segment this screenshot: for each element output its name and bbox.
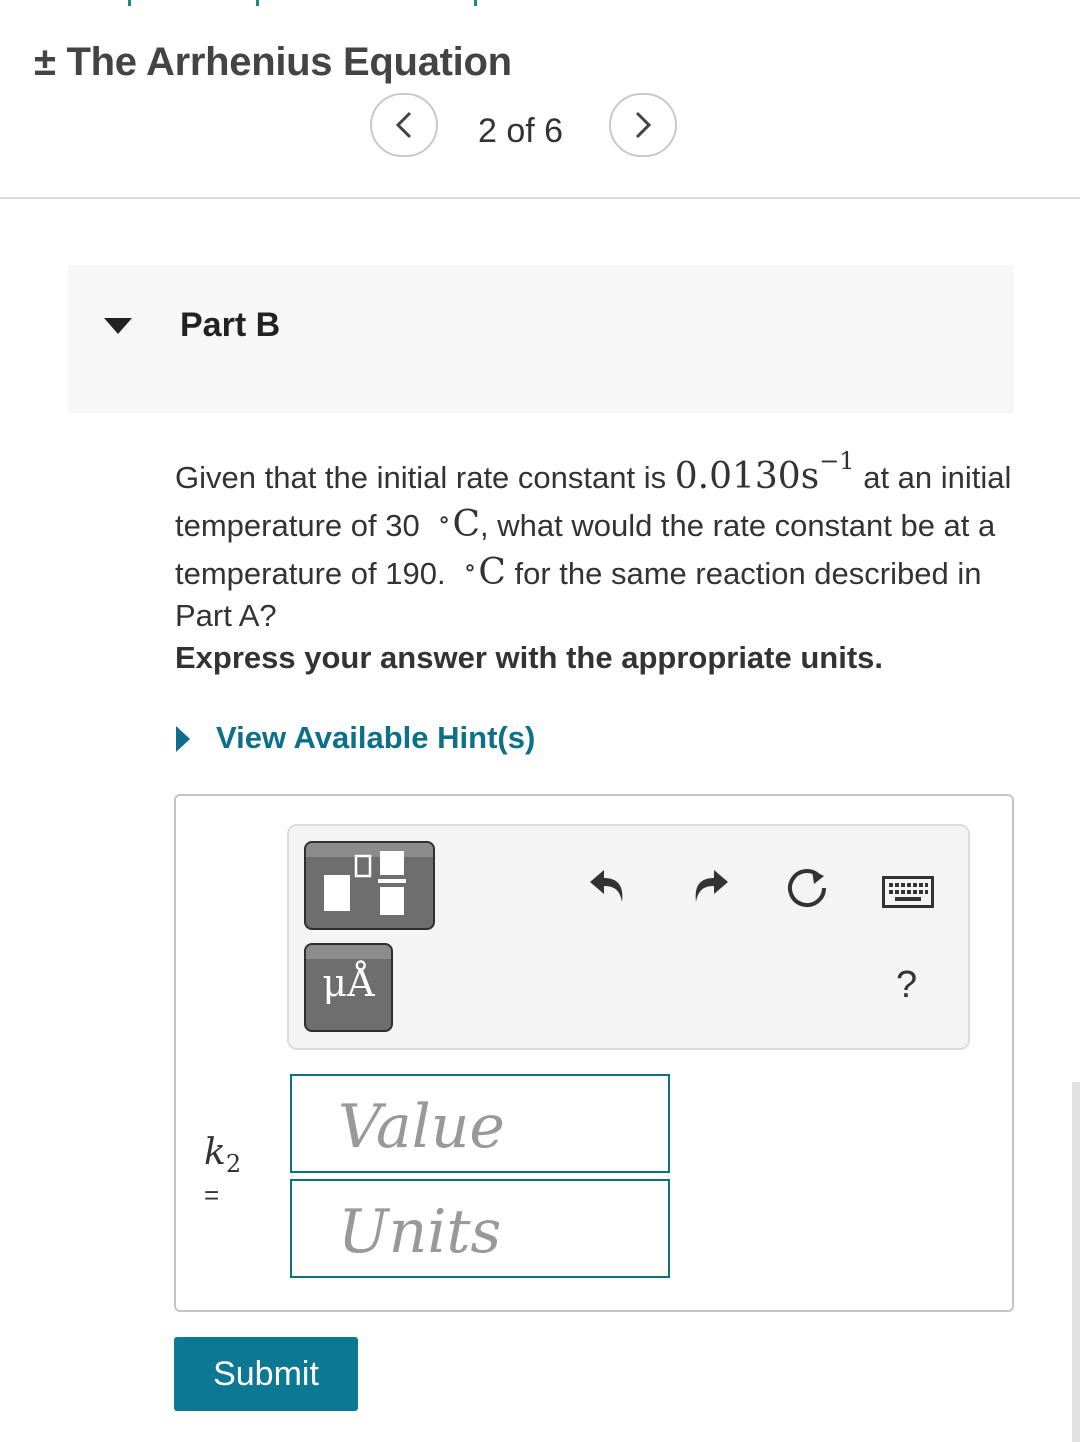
reset-icon[interactable] <box>786 866 832 912</box>
caret-right-icon[interactable] <box>176 726 190 752</box>
equals-sign: = <box>204 1180 220 1210</box>
chevron-right-icon <box>635 111 652 139</box>
top-progress-ticks <box>0 0 1080 8</box>
header-divider <box>0 197 1080 199</box>
rate-constant-value: 0.0130s−1 <box>674 447 855 497</box>
part-label: Part B <box>180 306 281 344</box>
question-text: Given that the initial rate constant is … <box>175 446 1015 637</box>
caret-down-icon[interactable] <box>104 318 132 334</box>
help-button[interactable]: ? <box>896 964 917 1007</box>
view-hints-link[interactable]: View Available Hint(s) <box>216 720 535 756</box>
answer-variable: k2 <box>204 1132 242 1179</box>
keyboard-icon[interactable] <box>882 876 934 908</box>
instruction-text: Express your answer with the appropriate… <box>175 640 884 675</box>
previous-button[interactable] <box>370 93 438 157</box>
page-indicator: 2 of 6 <box>478 112 564 150</box>
units-button[interactable]: μÅ <box>304 943 393 1032</box>
units-input[interactable] <box>290 1179 670 1278</box>
page-title: ± The Arrhenius Equation <box>34 40 512 84</box>
units-glyph: μÅ <box>322 961 375 1005</box>
unit-celsius-2: C <box>478 552 506 593</box>
button-band <box>306 945 391 959</box>
redo-icon[interactable] <box>690 864 730 906</box>
degree-symbol: ∘ <box>437 505 451 535</box>
fraction-template-icon <box>324 851 406 915</box>
unit-celsius-1: C <box>452 504 480 545</box>
question-text-1: Given that the initial rate constant is <box>175 460 667 495</box>
value-input[interactable] <box>290 1074 670 1173</box>
submit-button[interactable]: Submit <box>174 1337 358 1411</box>
scrollbar[interactable] <box>1072 1082 1080 1442</box>
next-button[interactable] <box>609 93 677 157</box>
fraction-template-button[interactable] <box>304 841 435 930</box>
chevron-left-icon <box>395 111 412 139</box>
undo-icon[interactable] <box>588 864 628 906</box>
degree-symbol: ∘ <box>463 553 477 583</box>
